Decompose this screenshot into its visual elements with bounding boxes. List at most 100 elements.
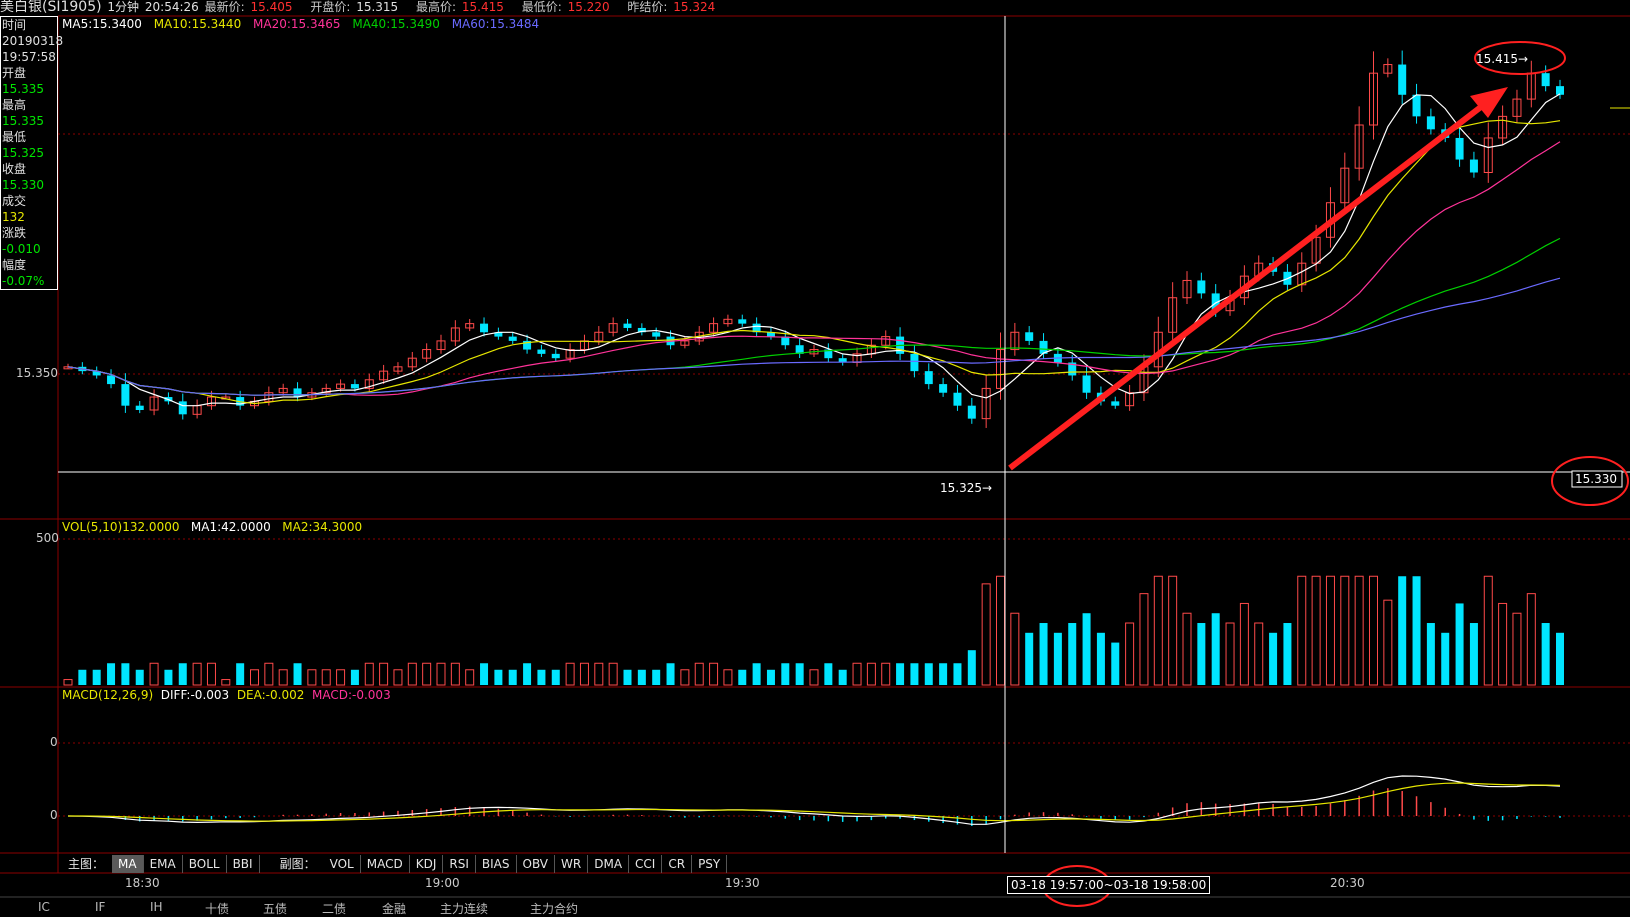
- volume-bar: [393, 669, 403, 686]
- sub-tab-kdj[interactable]: KDJ: [410, 855, 444, 873]
- bottom-tab-1[interactable]: IF: [95, 900, 105, 914]
- volume-bar: [967, 650, 976, 685]
- sub-tab-cci[interactable]: CCI: [629, 855, 663, 873]
- sub-tab-dma[interactable]: DMA: [588, 855, 630, 873]
- volume-bar: [135, 669, 144, 685]
- bottom-tab-8[interactable]: 主力合约: [530, 900, 578, 917]
- info-open: 15.335: [2, 82, 44, 96]
- prev-settle-label: 昨结价:: [627, 0, 668, 14]
- volume-bar: [1039, 623, 1048, 685]
- volume-bar: [192, 662, 202, 686]
- open-price-label: 开盘价:: [310, 0, 351, 14]
- volume-bar: [953, 663, 962, 685]
- volume-bar: [422, 662, 432, 686]
- volume-bar: [781, 663, 790, 685]
- candle-down: [910, 353, 919, 372]
- ma10-line: [67, 119, 1561, 405]
- volume-bar: [221, 679, 231, 686]
- indicator-tab-bar: 主图： MA EMA BOLL BBI 副图： VOL MACD KDJ RSI BIAS OB…: [60, 855, 728, 873]
- cursor-price-tag: 15.330: [1575, 472, 1617, 486]
- info-date: 20190318: [2, 34, 64, 48]
- volume-bar: [637, 669, 646, 685]
- bottom-tab-4[interactable]: 五债: [263, 900, 287, 917]
- sub-tab-psy[interactable]: PSY: [692, 855, 728, 873]
- volume-bar: [594, 662, 604, 686]
- volume-bar: [824, 663, 833, 685]
- volume-bar: [1283, 623, 1292, 685]
- volume-bar: [1325, 575, 1335, 686]
- sub-tab-bias[interactable]: BIAS: [476, 855, 517, 873]
- volume-bar: [1512, 612, 1522, 686]
- volume-bar: [1139, 593, 1149, 686]
- ma40-line: [67, 237, 1561, 396]
- bottom-tab-3[interactable]: 十债: [205, 900, 229, 917]
- volume-bar: [436, 662, 446, 686]
- bottom-tab-6[interactable]: 金融: [382, 900, 406, 917]
- volume-bar: [1483, 575, 1493, 686]
- main-tab-bbi[interactable]: BBI: [227, 855, 260, 873]
- header-bar: 美白银(SI1905) 1分钟 20:54:26 最新价: 15.405 开盘价…: [0, 0, 1630, 16]
- volume-bar: [1441, 632, 1450, 685]
- crosshair-time-tag: 03-18 19:57:00~03-18 19:58:00: [1007, 876, 1211, 894]
- main-tab-ema[interactable]: EMA: [144, 855, 183, 873]
- grid-lines: [58, 133, 1630, 817]
- candle-down: [508, 336, 517, 341]
- candle-down: [1556, 86, 1564, 95]
- volume-bar: [1025, 632, 1034, 685]
- volume-bar: [537, 669, 546, 685]
- volume-bar: [1010, 612, 1020, 686]
- volume-bars: [63, 575, 1564, 686]
- sub-tab-macd[interactable]: MACD: [361, 855, 410, 873]
- candle-down: [1197, 280, 1206, 294]
- volume-bar: [206, 662, 216, 686]
- info-volume: 132: [2, 210, 25, 224]
- bottom-tab-0[interactable]: IC: [38, 900, 50, 914]
- sub-tab-vol[interactable]: VOL: [324, 855, 361, 873]
- candle-down: [107, 375, 116, 385]
- volume-bar: [63, 679, 73, 686]
- macd-title: MACD(12,26,9): [62, 688, 154, 702]
- volume-bar: [666, 663, 675, 685]
- volume-bar: [92, 669, 101, 685]
- bottom-tab-7[interactable]: 主力连续: [440, 900, 488, 917]
- macd-dea: DEA:-0.002: [236, 688, 305, 702]
- volume-bar: [307, 669, 317, 686]
- candle-down: [350, 384, 359, 389]
- candle-down: [1412, 94, 1421, 117]
- volume-bar: [1311, 575, 1321, 686]
- volume-bar: [1469, 623, 1478, 685]
- ma5-value: MA5:15.3400: [62, 17, 142, 31]
- bar-info-panel: 时间 20190318 19:57:58 开盘 15.335 最高 15.335…: [0, 16, 64, 290]
- info-open-label: 开盘: [2, 66, 27, 80]
- ma10-value: MA10:15.3440: [153, 17, 242, 31]
- volume-bar: [1340, 575, 1350, 686]
- sub-tab-rsi[interactable]: RSI: [443, 855, 476, 873]
- sub-tab-cr[interactable]: CR: [662, 855, 693, 873]
- volume-bar: [1297, 575, 1307, 686]
- candle-down: [1111, 401, 1120, 406]
- volume-bar: [838, 669, 847, 685]
- volume-bar: [1125, 622, 1135, 686]
- volume-bar: [766, 669, 775, 685]
- sub-tab-obv[interactable]: OBV: [517, 855, 556, 873]
- main-tab-boll[interactable]: BOLL: [183, 855, 227, 873]
- main-tab-ma[interactable]: MA: [112, 855, 144, 873]
- bottom-tab-2[interactable]: IH: [150, 900, 163, 914]
- prev-settle-price: 15.324: [673, 0, 716, 14]
- candle-down: [652, 332, 661, 337]
- bottom-tab-5[interactable]: 二债: [322, 900, 346, 917]
- last-price: 15.405: [250, 0, 293, 14]
- candle-down: [121, 384, 130, 406]
- ma20-value: MA20:15.3465: [253, 17, 341, 31]
- volume-bar: [1412, 576, 1421, 685]
- high-price: 15.415: [461, 0, 504, 14]
- candle-down: [1469, 159, 1478, 173]
- candle-down: [1426, 116, 1435, 130]
- low-marker-label: 15.325→: [940, 481, 993, 495]
- volume-bar: [1096, 632, 1105, 685]
- candle-down: [939, 384, 948, 393]
- sub-tab-wr[interactable]: WR: [555, 855, 589, 873]
- sub-chart-label: 副图：: [279, 857, 316, 871]
- ma-legend: MA5:15.3400 MA10:15.3440 MA20:15.3465 MA…: [62, 17, 547, 31]
- volume-bar: [1197, 623, 1206, 685]
